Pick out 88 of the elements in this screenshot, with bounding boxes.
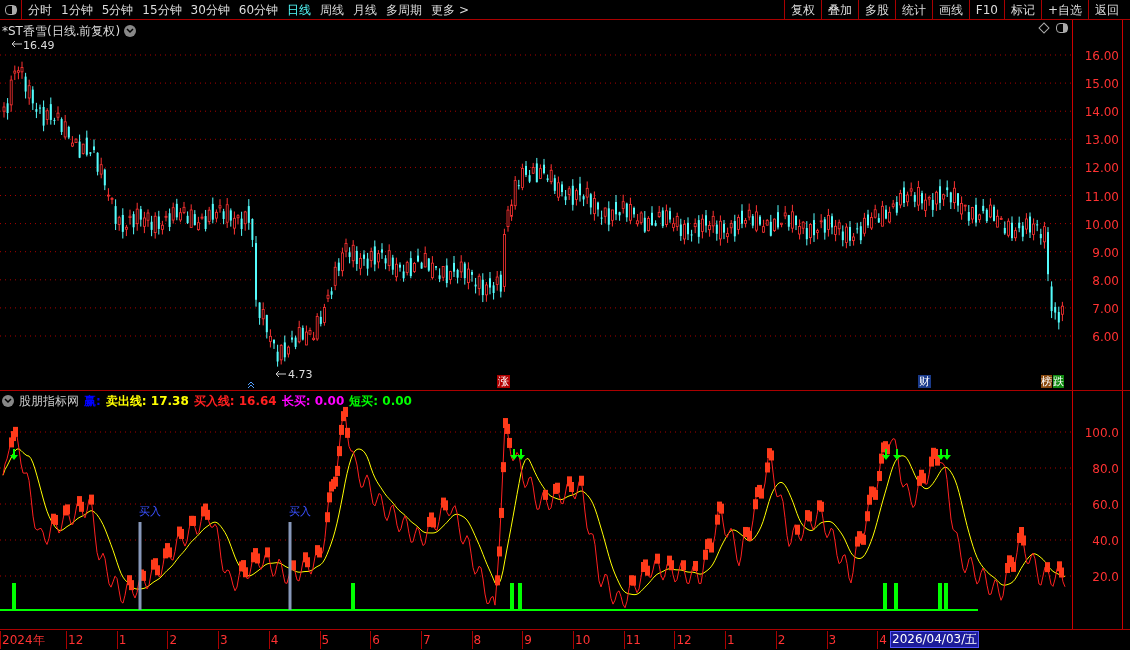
time-axis-label: 12 [66,631,84,649]
indicator-name: 股朋指标网 [19,393,79,410]
down-arrow-icon [882,449,890,460]
low-price-label: 4.73 [288,367,313,383]
dropdown-icon[interactable] [124,25,137,37]
price-axis-label: 11.00 [1084,188,1119,206]
price-axis-label: 8.00 [1092,272,1119,290]
price-axis-label: 14.00 [1084,104,1119,122]
price-axis-label: 13.00 [1084,132,1119,150]
signal-bar [944,583,948,609]
signal-bar [12,583,16,609]
signal-bar [938,583,942,609]
period-tab[interactable]: 30分钟 [190,0,230,19]
legend-entry: 买入线: 16.64 [193,393,277,410]
time-axis-label: 1 [725,631,735,649]
indicator-axis-label: 100.0 [1084,425,1119,442]
legend-entry: 赢: [84,393,101,410]
time-axis-label: 2 [167,631,178,649]
legend-entry: 长买: 0.00 [281,393,345,410]
period-tab[interactable]: 60分钟 [238,0,279,19]
indicator-axis-label: 80.0 [1092,461,1119,478]
time-axis-label: 12 [674,631,692,649]
time-axis-label: 11 [623,631,641,649]
indicator-axis-label: 20.0 [1092,569,1119,586]
time-axis-label: 2 [775,631,786,649]
indicator-axis-label: 40.0 [1092,533,1119,550]
legend-entry: 短买: 0.00 [349,393,412,410]
period-tab[interactable]: 分时 [28,0,52,19]
high-price-label: 16.49 [23,38,55,54]
time-axis-label: 1 [116,631,127,649]
toolbar-button[interactable]: +自选 [1040,0,1088,19]
time-axis-label: 8 [471,631,482,649]
time-axis-label: 3 [826,631,837,649]
toolbar-button[interactable]: 返回 [1088,0,1125,19]
dropdown-icon[interactable] [2,395,14,407]
stock-title: *ST香雪(日线.前复权) [2,23,121,40]
buy-label: 买入 [139,504,161,520]
time-axis-label: 9 [522,631,532,649]
toolbar-button[interactable]: F10 [968,0,1004,19]
time-axis-label: 10 [573,631,591,649]
double-caret-icon [247,381,255,389]
signal-bar [351,583,355,609]
low-pointer-icon [275,370,287,378]
panel-toggle-icon[interactable] [1056,23,1068,33]
buy-label: 买入 [289,504,311,520]
signal-bar [518,583,522,609]
price-axis-label: 16.00 [1084,48,1119,65]
indicator-axis-label: 60.0 [1092,497,1119,514]
toolbar-button[interactable]: 多股 [857,0,895,19]
period-tab[interactable]: 周线 [320,0,345,19]
signal-bar [883,583,887,609]
price-axis-label: 15.00 [1084,76,1119,94]
legend-entry: 卖出线: 17.38 [105,393,189,410]
period-tab[interactable]: 5分钟 [101,0,134,19]
time-axis-label: 4 [268,631,279,649]
toolbar-button[interactable]: 标记 [1003,0,1041,19]
event-marker[interactable]: 涨 [497,375,510,388]
period-tab[interactable]: 更多 > [431,0,469,19]
down-arrow-icon [10,449,18,460]
price-axis-label: 12.00 [1084,160,1119,178]
toolbar-button[interactable]: 叠加 [820,0,858,19]
period-tab[interactable]: 日线 [287,0,312,19]
signal-bar [894,583,898,609]
period-tab[interactable]: 月线 [353,0,378,19]
time-axis-label: 2024年 [0,631,45,649]
time-axis-label: 5 [319,631,330,649]
period-tab[interactable]: 多周期 [386,0,423,19]
period-tab[interactable]: 15分钟 [142,0,182,19]
toolbar-button[interactable]: 画线 [931,0,969,19]
signal-bar [510,583,514,609]
event-marker[interactable]: 财 [918,375,931,388]
price-axis-label: 7.00 [1092,300,1119,318]
high-pointer-icon [11,40,23,48]
toolbar-button[interactable]: 统计 [894,0,932,19]
cursor-date-label: 2026/04/03/五 [890,631,980,648]
time-axis-label: 3 [218,631,228,649]
down-arrow-icon [893,449,901,460]
time-axis-label: 6 [370,631,380,649]
price-axis-label: 9.00 [1092,244,1119,262]
time-axis-label: 7 [420,631,431,649]
event-marker[interactable]: 榜 [1041,375,1052,388]
toolbar-button[interactable]: 复权 [783,0,821,19]
period-tab[interactable]: 1分钟 [61,0,93,19]
panel-toggle-icon[interactable] [4,4,17,15]
price-axis-label: 6.00 [1092,329,1119,346]
price-axis-label: 10.00 [1084,216,1119,234]
time-axis-label: 4 [877,631,887,649]
event-marker[interactable]: 跌 [1053,375,1064,388]
